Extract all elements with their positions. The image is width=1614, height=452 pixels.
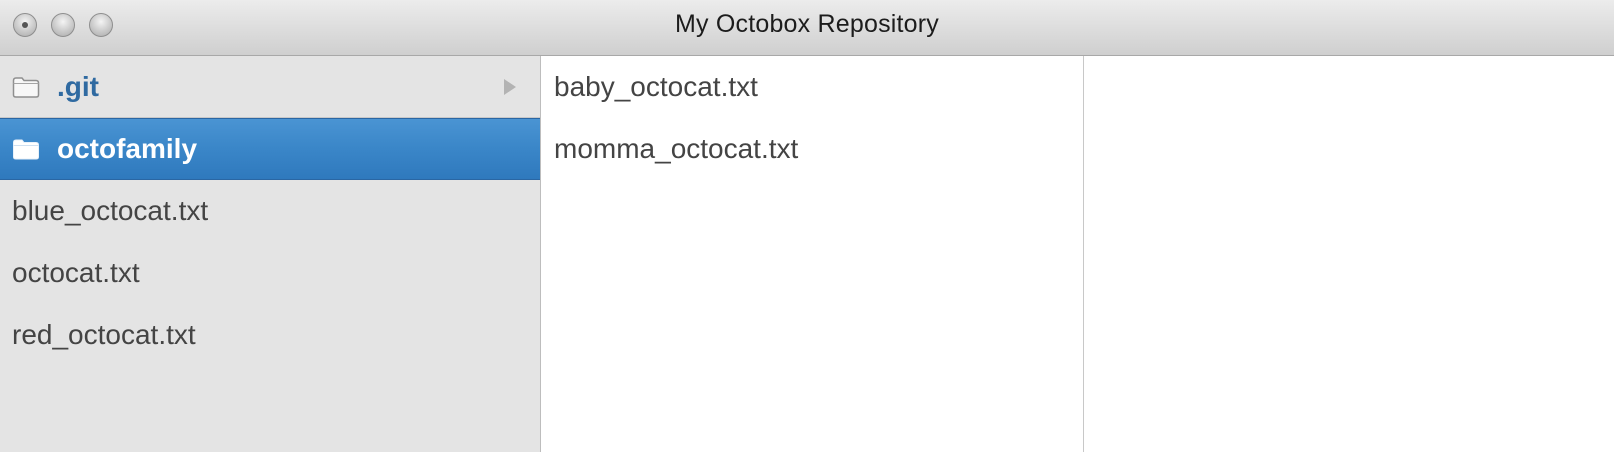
list-item-git-folder[interactable]: .git xyxy=(0,56,540,118)
window-title: My Octobox Repository xyxy=(674,10,939,38)
browser-column-1: .git octofamily blue_octocat.txt octocat… xyxy=(0,56,541,452)
list-item-label: octocat.txt xyxy=(12,257,140,288)
list-item-file[interactable]: momma_octocat.txt xyxy=(541,118,1083,180)
browser-column-3 xyxy=(1084,56,1614,452)
list-item-octofamily-folder[interactable]: octofamily xyxy=(0,118,540,180)
list-item-label: blue_octocat.txt xyxy=(12,195,209,226)
list-item-file[interactable]: baby_octocat.txt xyxy=(541,56,1083,118)
list-item-label: baby_octocat.txt xyxy=(554,71,758,102)
browser-column-2: baby_octocat.txt momma_octocat.txt xyxy=(541,56,1084,452)
folder-outline-icon xyxy=(12,76,40,98)
folder-filled-icon xyxy=(13,139,39,160)
list-item-label: momma_octocat.txt xyxy=(554,133,799,164)
list-item-label: .git xyxy=(57,70,99,102)
list-item-label: red_octocat.txt xyxy=(12,319,196,350)
title-bar[interactable]: My Octobox Repository xyxy=(0,0,1614,56)
list-item-file[interactable]: octocat.txt xyxy=(0,242,540,304)
disclosure-triangle-icon xyxy=(504,78,516,95)
list-item-file[interactable]: red_octocat.txt xyxy=(0,304,540,366)
finder-window: My Octobox Repository .git octofamily bl… xyxy=(0,0,1614,452)
list-item-label: octofamily xyxy=(57,133,198,164)
list-item-file[interactable]: blue_octocat.txt xyxy=(0,180,540,242)
